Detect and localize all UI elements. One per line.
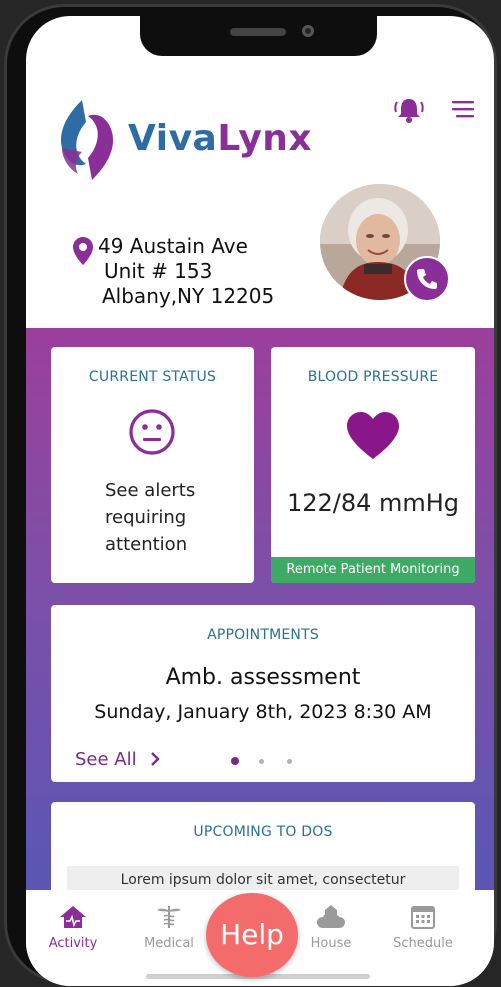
- home-icon: [60, 906, 86, 928]
- call-patient-button[interactable]: [404, 256, 450, 302]
- pager-dot[interactable]: [259, 759, 264, 764]
- tab-schedule[interactable]: Schedule: [378, 904, 468, 951]
- blood-pressure-card[interactable]: BLOOD PRESSURE 122/84 mmHg Remote Patien…: [271, 347, 475, 583]
- help-button[interactable]: Help: [206, 893, 298, 977]
- address-line-2: Unit # 153: [104, 259, 213, 283]
- tab-house[interactable]: House: [286, 904, 376, 951]
- calendar-icon: [411, 906, 435, 929]
- chevron-right-icon: [151, 752, 161, 766]
- tab-label: Activity: [48, 936, 98, 951]
- carousel-pager[interactable]: [231, 757, 311, 769]
- hamburger-menu-icon[interactable]: [446, 92, 480, 126]
- pager-dot-active[interactable]: [231, 757, 239, 765]
- patient-address: 49 Austain Ave Unit # 153 Albany,NY 1220…: [98, 234, 274, 309]
- address-line-3: Albany,NY 12205: [102, 284, 275, 308]
- card-title: BLOOD PRESSURE: [307, 369, 439, 385]
- tab-medical[interactable]: Medical: [124, 904, 214, 951]
- caduceus-icon: [157, 906, 181, 928]
- phone-icon: [417, 269, 437, 289]
- tab-activity[interactable]: Activity: [28, 904, 118, 951]
- app-screen: VivaLynx 49 Austain Ave Unit # 153 Alban…: [26, 16, 494, 986]
- logo-mark-icon: [60, 100, 114, 180]
- tab-label: Medical: [144, 936, 194, 951]
- dashboard-content: CURRENT STATUS See alerts requiring atte…: [26, 328, 494, 902]
- address-line-1: 49 Austain Ave: [98, 234, 248, 258]
- appointment-type: Amb. assessment: [165, 665, 361, 690]
- upcoming-todos-card: UPCOMING TO DOS Lorem ipsum dolor sit am…: [51, 802, 475, 902]
- location-pin-icon: [73, 237, 93, 265]
- cloud-house-icon: [317, 905, 345, 928]
- front-camera: [302, 25, 314, 37]
- vivalynx-logo: VivaLynx: [52, 94, 312, 186]
- appointment-datetime: Sunday, January 8th, 2023 8:30 AM: [94, 701, 432, 723]
- brand-name: VivaLynx: [128, 118, 313, 159]
- see-all-link[interactable]: See All: [75, 749, 162, 770]
- rpm-label[interactable]: Remote Patient Monitoring: [271, 557, 475, 583]
- heart-icon: [347, 412, 399, 459]
- current-status-card[interactable]: CURRENT STATUS See alerts requiring atte…: [51, 347, 254, 583]
- appointments-card: APPOINTMENTS Amb. assessment Sunday, Jan…: [51, 605, 475, 782]
- card-title: UPCOMING TO DOS: [193, 824, 333, 840]
- neutral-face-icon: [129, 409, 175, 455]
- bell-alert-icon[interactable]: [392, 92, 426, 126]
- card-title: CURRENT STATUS: [88, 369, 217, 385]
- see-all-label: See All: [75, 749, 137, 770]
- card-title: APPOINTMENTS: [207, 627, 319, 643]
- speaker-grille: [230, 28, 286, 36]
- phone-notch: [140, 16, 377, 56]
- pager-dot[interactable]: [287, 759, 292, 764]
- tab-label: House: [310, 936, 352, 951]
- todo-item-preview[interactable]: Lorem ipsum dolor sit amet, consectetur: [67, 866, 459, 890]
- status-text: See alerts requiring attention: [105, 480, 196, 555]
- bp-reading: 122/84 mmHg: [286, 489, 460, 517]
- tab-label: Schedule: [393, 936, 453, 951]
